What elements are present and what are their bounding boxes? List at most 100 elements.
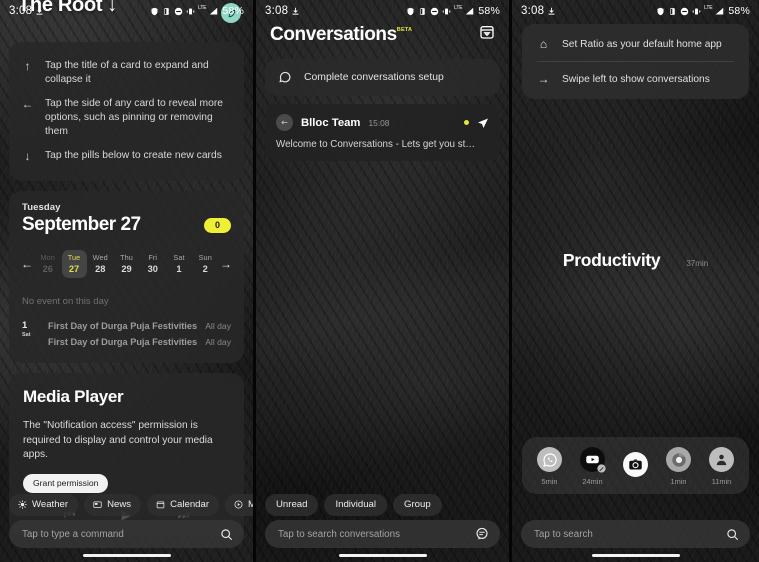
tip-row: ↑ Tap the title of a card to expand and …: [21, 54, 232, 92]
pill-calendar[interactable]: Calendar: [147, 494, 220, 516]
tip-set-default-home[interactable]: ⌂ Set Ratio as your default home app: [522, 27, 749, 61]
status-bar-1: 3:08 LTE 58%: [0, 0, 253, 22]
home-indicator[interactable]: [338, 554, 427, 557]
lte-label: LTE: [198, 5, 207, 11]
tip-swipe-left[interactable]: → Swipe left to show conversations: [522, 62, 749, 96]
week-day-number: 1: [176, 264, 182, 274]
week-day-label: Mon: [40, 253, 55, 262]
pill-label: Calendar: [170, 499, 210, 510]
week-day-thu[interactable]: Thu 29: [114, 250, 139, 278]
shield-icon: [151, 7, 158, 15]
battery-percent-3: 58%: [728, 5, 750, 17]
week-day-tue[interactable]: Tue 27: [61, 250, 87, 278]
signal-icon: [716, 7, 724, 14]
home-icon: ⌂: [539, 37, 548, 51]
event-when: All day: [205, 337, 231, 347]
edit-badge-icon: [597, 464, 606, 473]
tip-row: ← Tap the side of any card to reveal mor…: [21, 92, 232, 144]
conversation-search-bar[interactable]: Tap to search conversations: [265, 520, 500, 548]
event-row[interactable]: First Day of Durga Puja Festivities All …: [48, 320, 231, 336]
week-strip[interactable]: ← Mon 26 Tue 27 Wed 28 Thu 29 Fri 30 Sat…: [9, 243, 244, 284]
media-player-title: Media Player: [23, 387, 124, 406]
week-day-label: Sat: [173, 253, 185, 262]
search-icon[interactable]: [726, 528, 739, 541]
home-indicator[interactable]: [82, 554, 171, 557]
avatar: [276, 114, 293, 131]
conversation-time: 15:08: [368, 117, 390, 128]
next-week-button[interactable]: →: [219, 257, 233, 271]
pill-label: News: [107, 499, 132, 510]
week-day-fri[interactable]: Fri 30: [140, 250, 165, 278]
conversations-title[interactable]: Conversations BETA: [270, 24, 412, 46]
productivity-time: 37min: [686, 259, 709, 268]
home-indicator[interactable]: [591, 554, 680, 557]
status-time: 3:08: [9, 5, 33, 17]
week-day-sun[interactable]: Sun 2: [193, 250, 218, 278]
week-day-mon[interactable]: Mon 26: [35, 250, 60, 278]
dock-app-camera[interactable]: [623, 451, 648, 482]
download-icon: [548, 7, 555, 15]
profile-icon: [709, 447, 734, 472]
lte-label: LTE: [704, 5, 713, 11]
event-day-name: Sat: [22, 332, 31, 338]
week-day-wed[interactable]: Wed 28: [88, 250, 113, 278]
vibrate-icon: [186, 8, 195, 14]
calendar-card[interactable]: Tuesday September 27 0 ← Mon 26 Tue 27 W…: [9, 191, 244, 363]
conversation-filters: Unread Individual Group: [256, 494, 509, 516]
search-icon[interactable]: [220, 528, 233, 541]
tip-text: Swipe left to show conversations: [562, 73, 710, 85]
filter-unread[interactable]: Unread: [265, 494, 319, 516]
tip-text: Tap the pills below to create new cards: [45, 150, 222, 161]
chat-search-icon[interactable]: [475, 527, 489, 541]
chrome-icon: [666, 447, 691, 472]
pill-media[interactable]: Me: [225, 494, 253, 516]
conversation-name: Blloc Team: [301, 116, 361, 129]
conversation-item[interactable]: Blloc Team 15:08 Welcome to Conversation…: [265, 104, 500, 161]
dock-app-profile[interactable]: 11min: [709, 447, 734, 486]
youtube-icon: [580, 447, 606, 473]
grant-permission-button[interactable]: Grant permission: [23, 473, 109, 493]
status-right-1: LTE 58%: [150, 5, 244, 17]
home-search-placeholder: Tap to search: [534, 528, 593, 540]
prev-week-button[interactable]: ←: [20, 257, 34, 271]
filter-individual[interactable]: Individual: [324, 494, 388, 516]
send-icon[interactable]: [477, 117, 489, 129]
event-name: First Day of Durga Puja Festivities: [48, 337, 198, 347]
battery-saver-icon: [420, 7, 425, 15]
productivity-category[interactable]: Productivity 37min: [512, 250, 759, 271]
tip-text: Tap the title of a card to expand and co…: [45, 60, 209, 85]
dock-app-time: 1min: [670, 477, 687, 486]
chat-bubble-icon: [279, 71, 291, 83]
dock-app-youtube[interactable]: 24min: [580, 447, 606, 486]
battery-percent-1: 58%: [222, 5, 244, 17]
tip-text: Tap the side of any card to reveal more …: [45, 98, 224, 137]
whatsapp-icon: [537, 447, 562, 472]
complete-setup-card[interactable]: Complete conversations setup: [265, 59, 500, 96]
dock-app-chrome[interactable]: 1min: [666, 447, 691, 486]
home-search-bar[interactable]: Tap to search: [521, 520, 750, 548]
event-list: First Day of Durga Puja Festivities All …: [48, 320, 231, 352]
filter-group[interactable]: Group: [393, 494, 442, 516]
command-bar[interactable]: Tap to type a command: [9, 520, 244, 548]
week-day-sat[interactable]: Sat 1: [167, 250, 192, 278]
status-time: 3:08: [265, 5, 289, 17]
archive-button[interactable]: [479, 24, 495, 45]
three-phone-screenshots: 3:08 LTE 58% The Root ↓ ↑ Tap the title …: [0, 0, 759, 562]
event-row[interactable]: First Day of Durga Puja Festivities All …: [48, 336, 231, 352]
tips-card[interactable]: ↑ Tap the title of a card to expand and …: [9, 42, 244, 181]
calendar-header: Tuesday September 27 0: [9, 202, 244, 236]
app-dock: 5min 24min 1min 11min: [522, 437, 749, 494]
calendar-weekday: Tuesday: [22, 202, 61, 213]
unread-dot: [464, 120, 469, 125]
no-event-text: No event on this day: [22, 296, 109, 307]
event-group: 1 Sat First Day of Durga Puja Festivitie…: [9, 318, 244, 363]
pill-weather[interactable]: Weather: [9, 494, 79, 516]
dock-app-whatsapp[interactable]: 5min: [537, 447, 562, 486]
productivity-label: Productivity: [562, 250, 661, 270]
conversations-title-text: Conversations: [270, 24, 397, 45]
card-creation-pills: Weather News Calendar Me: [0, 494, 253, 516]
signal-icon: [210, 7, 218, 14]
status-bar-3: 3:08 LTE 58%: [512, 0, 759, 22]
phone-screen-conversations: 3:08 LTE 58% Conversations BETA Complete…: [256, 0, 509, 562]
pill-news[interactable]: News: [84, 494, 142, 516]
